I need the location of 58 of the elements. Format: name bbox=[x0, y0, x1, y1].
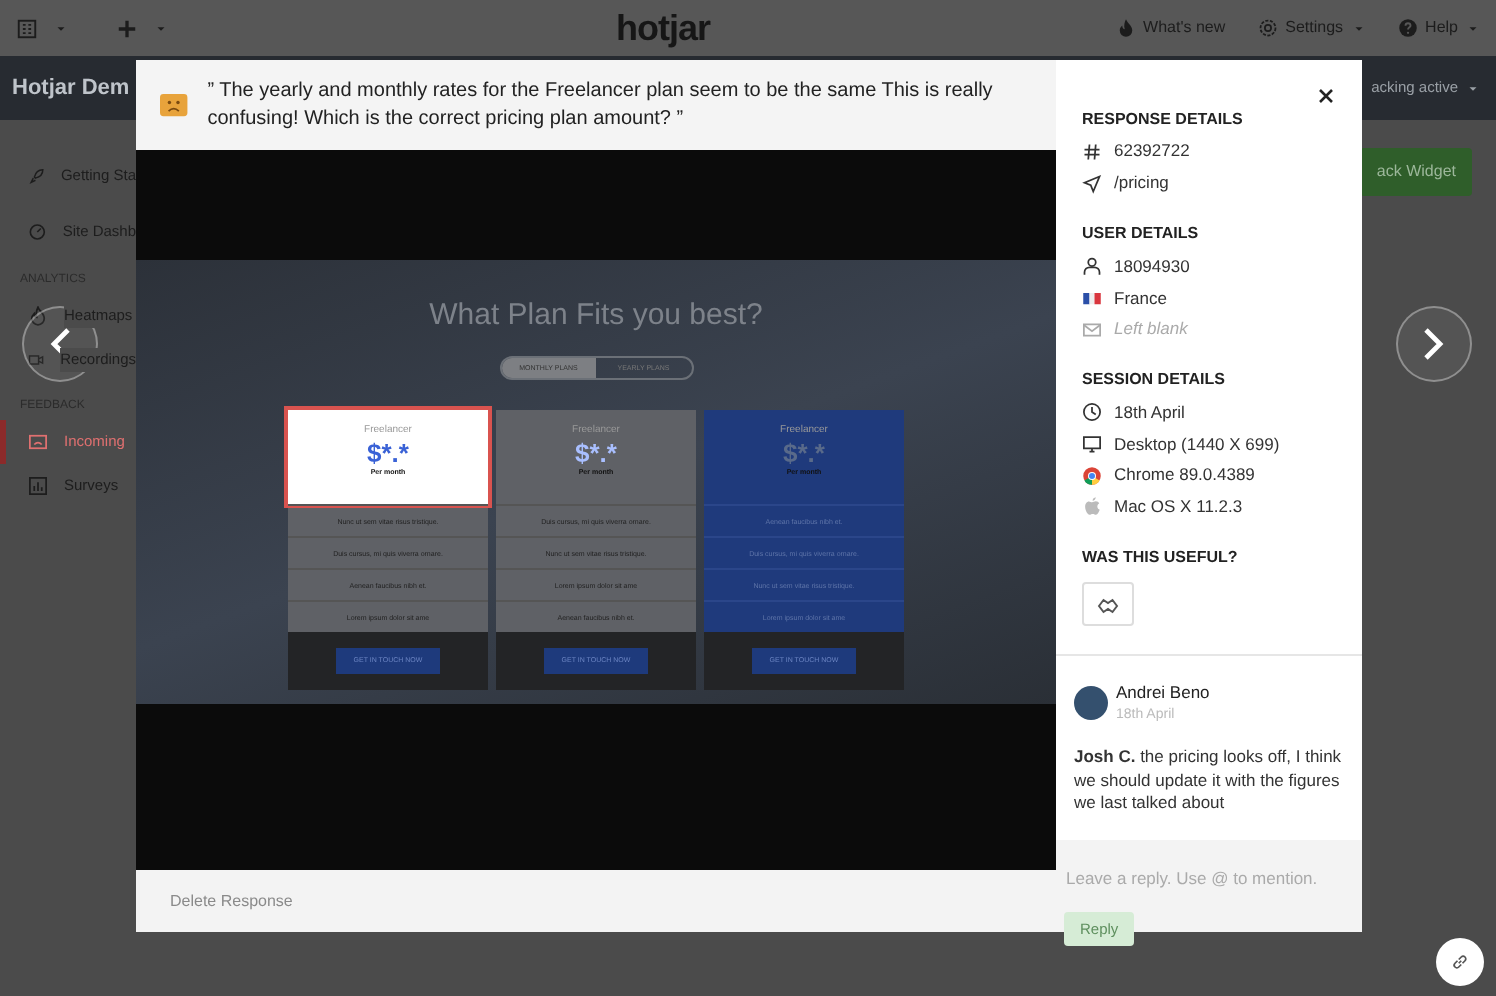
browser-icon bbox=[1082, 465, 1102, 486]
widget-button[interactable]: ack Widget bbox=[1360, 148, 1472, 196]
detail-value: 18094930 bbox=[1114, 253, 1190, 280]
link-button[interactable] bbox=[1436, 938, 1484, 986]
top-menu-link[interactable]: Help bbox=[1397, 16, 1480, 40]
building-icon bbox=[16, 17, 38, 39]
detail-value: Mac OS X 11.2.3 bbox=[1114, 493, 1243, 520]
apple-icon bbox=[1082, 496, 1102, 517]
delete-link[interactable]: Delete Response bbox=[170, 889, 293, 913]
caret-icon bbox=[1466, 81, 1480, 95]
plan-price: $*.* bbox=[781, 439, 827, 467]
page-heading: What Plan Fits you best? bbox=[427, 296, 765, 336]
plan-price: $*.* bbox=[365, 439, 411, 467]
detail-value: France bbox=[1114, 285, 1167, 311]
detail-value: Desktop (1440 X 699) bbox=[1114, 431, 1280, 457]
chart-icon bbox=[28, 476, 48, 496]
close-icon bbox=[1316, 86, 1336, 106]
section-title: WAS THIS USEFUL? bbox=[1082, 546, 1240, 571]
top-menu-link[interactable]: Settings bbox=[1257, 16, 1366, 40]
close-button[interactable] bbox=[1314, 84, 1338, 108]
next-button[interactable] bbox=[1396, 306, 1472, 382]
detail-value: 18th April bbox=[1114, 399, 1185, 426]
detail-value: 62392722 bbox=[1114, 138, 1190, 165]
link-icon bbox=[1450, 952, 1470, 972]
plan-price: $*.* bbox=[573, 439, 619, 467]
monitor-icon bbox=[1082, 433, 1102, 454]
caret-icon bbox=[154, 21, 168, 35]
avatar bbox=[1074, 686, 1108, 721]
inbox-icon bbox=[28, 432, 48, 452]
dashboard-icon bbox=[28, 222, 47, 242]
user-icon bbox=[1082, 256, 1102, 277]
caret-icon bbox=[54, 21, 68, 35]
detail-value: Left blank bbox=[1114, 316, 1188, 342]
section-title: USER DETAILS bbox=[1082, 222, 1201, 247]
flag-icon bbox=[1082, 287, 1102, 308]
site-name: Hotjar Dem bbox=[12, 73, 130, 104]
feedback-quote: ” The yearly and monthly rates for the Freelancer plan seem to be the same This is really confusing! Which is the correct pricing plan amount? ” bbox=[207, 78, 995, 132]
chevron-right-icon bbox=[1420, 326, 1448, 362]
plus-icon bbox=[116, 17, 138, 39]
comment-author: Andrei Beno bbox=[1116, 680, 1210, 706]
detail-value: Chrome 89.0.4389 bbox=[1114, 462, 1255, 489]
useful-button[interactable] bbox=[1082, 582, 1134, 627]
mail-icon bbox=[1082, 319, 1102, 340]
section-title: RESPONSE DETAILS bbox=[1082, 108, 1245, 132]
detail-value: /pricing bbox=[1114, 170, 1169, 196]
hash-icon bbox=[1082, 141, 1102, 162]
settings-icon bbox=[1257, 18, 1278, 38]
comment-text: Josh C. the pricing looks off, I think we should update it with the figures we last talked about bbox=[1074, 746, 1342, 816]
flame-icon bbox=[1115, 18, 1136, 38]
top-menu-link[interactable]: What's new bbox=[1115, 16, 1226, 40]
rating-icon bbox=[1096, 593, 1120, 618]
logo: hotjar bbox=[616, 5, 713, 52]
flame-icon bbox=[28, 306, 48, 326]
video-icon bbox=[28, 350, 45, 370]
clock-icon bbox=[1082, 402, 1102, 423]
send-icon bbox=[1082, 173, 1102, 194]
section-title: SESSION DETAILS bbox=[1082, 368, 1227, 393]
help-icon bbox=[1397, 18, 1418, 38]
